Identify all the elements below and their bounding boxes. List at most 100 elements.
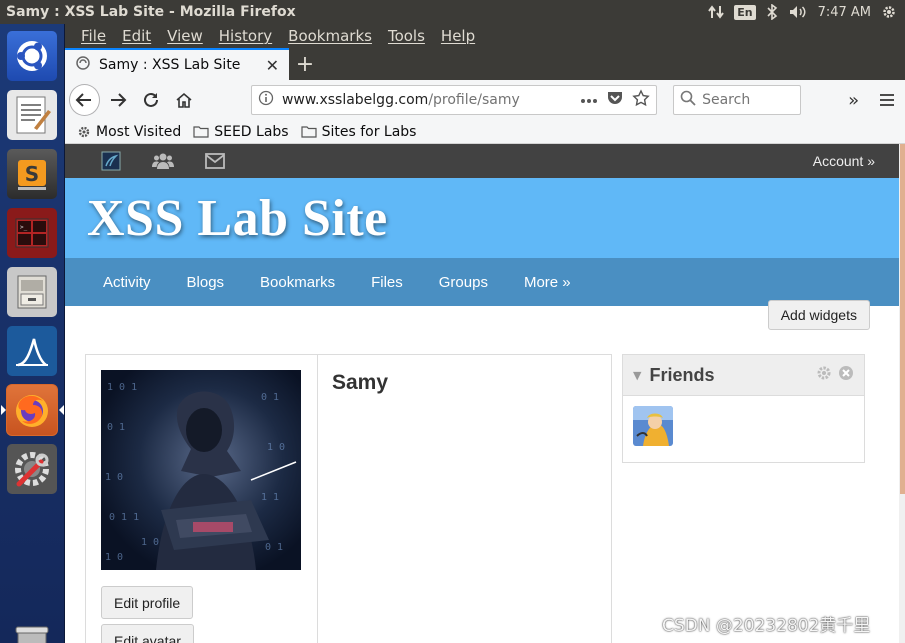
web-page: Account » XSS Lab Site Activity Blogs Bo… xyxy=(65,144,905,643)
widget-settings-gear-icon[interactable] xyxy=(816,365,832,385)
search-bar[interactable] xyxy=(673,85,802,115)
tab-active[interactable]: Samy : XSS Lab Site ✕ xyxy=(65,48,289,80)
friends-users-icon[interactable] xyxy=(137,152,189,170)
nav-bookmarks[interactable]: Bookmarks xyxy=(242,274,353,291)
reload-button[interactable] xyxy=(137,85,166,115)
svg-text:1 0: 1 0 xyxy=(105,472,123,483)
volume-icon[interactable] xyxy=(788,4,808,20)
launcher-file-manager[interactable] xyxy=(6,266,58,318)
bookmark-star-icon[interactable] xyxy=(632,89,650,111)
launcher-trash[interactable] xyxy=(6,614,58,643)
gear-icon xyxy=(78,126,90,137)
new-tab-button[interactable]: + xyxy=(289,48,321,80)
page-actions-icon[interactable] xyxy=(580,92,598,108)
nav-files[interactable]: Files xyxy=(353,274,421,291)
bluetooth-icon[interactable] xyxy=(766,4,778,20)
launcher-wireshark[interactable] xyxy=(6,325,58,377)
launcher-terminal[interactable]: >_ xyxy=(6,207,58,259)
back-button[interactable] xyxy=(69,84,100,116)
info-icon[interactable] xyxy=(258,90,274,110)
navigation-toolbar: www.xsslabelgg.com/profile/samy » xyxy=(65,80,905,120)
menu-file[interactable]: File xyxy=(75,27,112,45)
url-bar[interactable]: www.xsslabelgg.com/profile/samy xyxy=(250,85,658,115)
menu-history[interactable]: History xyxy=(213,27,278,45)
bookmark-most-visited[interactable]: Most Visited xyxy=(77,124,181,140)
bookmark-label: Sites for Labs xyxy=(321,123,417,140)
nav-groups[interactable]: Groups xyxy=(421,274,506,291)
profile-avatar[interactable]: 1 0 10 11 00 1 11 0 0 11 01 10 1 1 0 01 … xyxy=(101,370,301,570)
home-button[interactable] xyxy=(170,85,199,115)
bookmark-seed-labs[interactable]: SEED Labs xyxy=(193,123,289,140)
launcher: S >_ xyxy=(0,24,65,643)
site-nav: Activity Blogs Bookmarks Files Groups Mo… xyxy=(65,258,905,306)
watermark: CSDN @20232802黄千里 xyxy=(662,616,871,636)
launcher-text-editor[interactable] xyxy=(6,89,58,141)
svg-text:0 1 1: 0 1 1 xyxy=(109,512,139,523)
bookmark-label: SEED Labs xyxy=(214,123,289,140)
launcher-ubuntu-dash[interactable] xyxy=(6,30,58,82)
svg-text:1 0 1: 1 0 1 xyxy=(107,382,137,393)
home-icon xyxy=(176,92,192,108)
svg-text:S: S xyxy=(25,162,39,186)
keyboard-layout-indicator[interactable]: En xyxy=(734,4,756,20)
nav-activity[interactable]: Activity xyxy=(85,274,169,291)
svg-text:>_: >_ xyxy=(20,224,28,231)
settings-gear-icon[interactable] xyxy=(881,4,897,20)
bookmark-label: Most Visited xyxy=(96,123,182,140)
collapse-triangle-icon[interactable]: ▼ xyxy=(633,369,641,382)
mail-envelope-icon[interactable] xyxy=(189,153,241,169)
network-icon[interactable] xyxy=(708,4,725,20)
clock[interactable]: 7:47 AM xyxy=(818,5,871,20)
widget-controls xyxy=(816,365,864,385)
page-scrollbar[interactable] xyxy=(899,144,905,643)
site-header: XSS Lab Site xyxy=(65,178,905,258)
launcher-firefox[interactable] xyxy=(6,384,58,436)
profile-card: 1 0 10 11 00 1 11 0 0 11 01 10 1 1 0 01 … xyxy=(85,354,612,643)
tab-favicon-icon xyxy=(75,55,91,75)
pocket-icon[interactable] xyxy=(606,90,624,110)
svg-text:0 1: 0 1 xyxy=(261,392,279,403)
overflow-menu-button[interactable]: » xyxy=(839,85,868,115)
menu-bar: File Edit View History Bookmarks Tools H… xyxy=(65,24,905,48)
nav-blogs[interactable]: Blogs xyxy=(169,274,243,291)
os-top-panel: Samy : XSS Lab Site - Mozilla Firefox En… xyxy=(0,0,905,24)
trash-icon xyxy=(7,615,57,643)
add-widgets-button[interactable]: Add widgets xyxy=(767,300,870,330)
launcher-sublime-text[interactable]: S xyxy=(6,148,58,200)
search-input[interactable] xyxy=(702,92,793,108)
launcher-focus-indicator xyxy=(59,405,64,415)
edit-avatar-button[interactable]: Edit avatar xyxy=(101,624,194,643)
bookmark-sites-for-labs[interactable]: Sites for Labs xyxy=(300,123,417,140)
menu-help[interactable]: Help xyxy=(435,27,481,45)
site-title[interactable]: XSS Lab Site xyxy=(87,189,388,248)
edit-profile-button[interactable]: Edit profile xyxy=(101,586,194,619)
site-topbar: Account » xyxy=(65,144,905,178)
url-host: www.xsslabelgg.com xyxy=(281,92,429,108)
file-cabinet-icon xyxy=(7,267,57,317)
widget-close-icon[interactable] xyxy=(838,365,854,385)
menu-view[interactable]: View xyxy=(161,27,209,45)
svg-text:1 0: 1 0 xyxy=(267,442,285,453)
wireshark-fin-icon xyxy=(7,326,57,376)
firefox-icon xyxy=(7,385,57,435)
friend-avatar[interactable] xyxy=(633,406,673,446)
url-text[interactable]: www.xsslabelgg.com/profile/samy xyxy=(282,92,572,108)
tab-close-icon[interactable]: ✕ xyxy=(266,56,279,75)
ubuntu-logo-icon xyxy=(7,31,57,81)
hamburger-menu-button[interactable] xyxy=(872,85,901,115)
menu-tools[interactable]: Tools xyxy=(382,27,431,45)
plus-icon: + xyxy=(295,51,315,77)
forward-button[interactable] xyxy=(104,85,133,115)
tab-bar: Samy : XSS Lab Site ✕ + xyxy=(65,48,905,80)
search-icon xyxy=(680,90,696,110)
scrollbar-thumb[interactable] xyxy=(900,144,905,494)
folder-icon xyxy=(300,126,317,138)
sublime-text-icon: S xyxy=(7,149,57,199)
menu-bookmarks[interactable]: Bookmarks xyxy=(282,27,378,45)
launcher-system-settings[interactable] xyxy=(6,443,58,495)
menu-edit[interactable]: Edit xyxy=(116,27,157,45)
nav-more[interactable]: More » xyxy=(506,274,589,291)
account-menu-link[interactable]: Account » xyxy=(813,153,875,169)
forward-arrow-icon xyxy=(111,93,127,107)
site-logo-icon[interactable] xyxy=(85,151,137,171)
